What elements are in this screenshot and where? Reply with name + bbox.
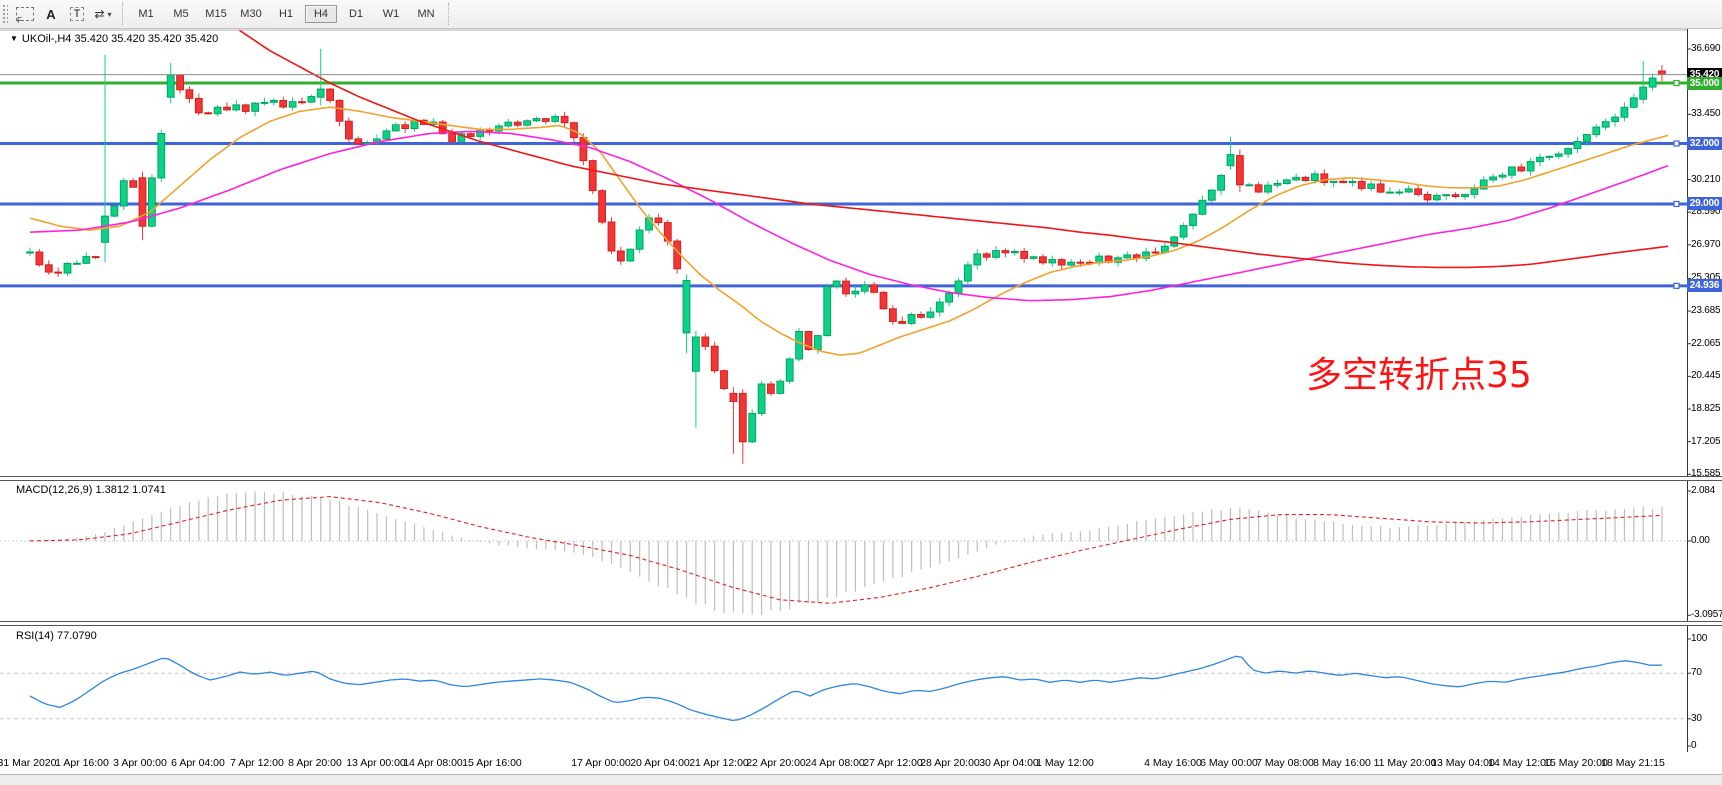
f-glyph: F <box>17 16 22 25</box>
toolbar-separator <box>448 3 450 25</box>
text-label-button[interactable]: A <box>39 3 63 25</box>
panel-splitter-rsi[interactable] <box>0 621 1722 626</box>
timeframe-button-w1[interactable]: W1 <box>375 5 407 23</box>
text-label-icon: A <box>46 7 55 22</box>
toolbar: F A T ⇄ ▾ M1M5M15M30H1H4D1W1MN <box>0 0 1722 29</box>
symbol-ohlc-text: UKOil-,H4 35.420 35.420 35.420 35.420 <box>22 33 218 45</box>
timeframe-button-m1[interactable]: M1 <box>130 5 162 23</box>
text-box-icon: T <box>70 7 85 21</box>
timeframe-button-mn[interactable]: MN <box>410 5 442 23</box>
status-bar <box>0 774 1722 785</box>
timeframe-buttons: M1M5M15M30H1H4D1W1MN <box>130 5 442 23</box>
dropdown-triangle-icon[interactable]: ▼ <box>10 34 18 43</box>
symbol-label: ▼ UKOil-,H4 35.420 35.420 35.420 35.420 <box>10 33 218 45</box>
arrows-icon: ⇄ <box>94 7 104 21</box>
text-box-button[interactable]: T <box>65 3 89 25</box>
panel-splitter-macd[interactable] <box>0 476 1722 481</box>
timeframe-button-m5[interactable]: M5 <box>165 5 197 23</box>
mt4-window: F A T ⇄ ▾ M1M5M15M30H1H4D1W1MN ▼ UKOil-,H… <box>0 0 1722 785</box>
toolbar-grip[interactable] <box>2 4 8 24</box>
rsi-panel[interactable] <box>0 626 1687 752</box>
arrows-button[interactable]: ⇄ ▾ <box>91 3 115 25</box>
timeframe-button-m15[interactable]: M15 <box>200 5 232 23</box>
annotation-text: 多空转折点35 <box>1306 346 1532 398</box>
main-chart-area[interactable] <box>0 30 1687 476</box>
timeframe-button-h4[interactable]: H4 <box>305 5 337 23</box>
timeframe-button-m30[interactable]: M30 <box>235 5 267 23</box>
chevron-down-icon: ▾ <box>108 10 112 19</box>
chart-shift-button[interactable]: F <box>13 3 37 25</box>
macd-panel[interactable] <box>0 481 1687 621</box>
rsi-label: RSI(14) 77.0790 <box>16 630 97 642</box>
price-axis[interactable] <box>1687 30 1722 752</box>
toolbar-separator <box>122 3 124 25</box>
macd-label: MACD(12,26,9) 1.3812 1.0741 <box>16 484 166 496</box>
timeframe-button-d1[interactable]: D1 <box>340 5 372 23</box>
time-axis[interactable] <box>0 752 1722 774</box>
timeframe-button-h1[interactable]: H1 <box>270 5 302 23</box>
